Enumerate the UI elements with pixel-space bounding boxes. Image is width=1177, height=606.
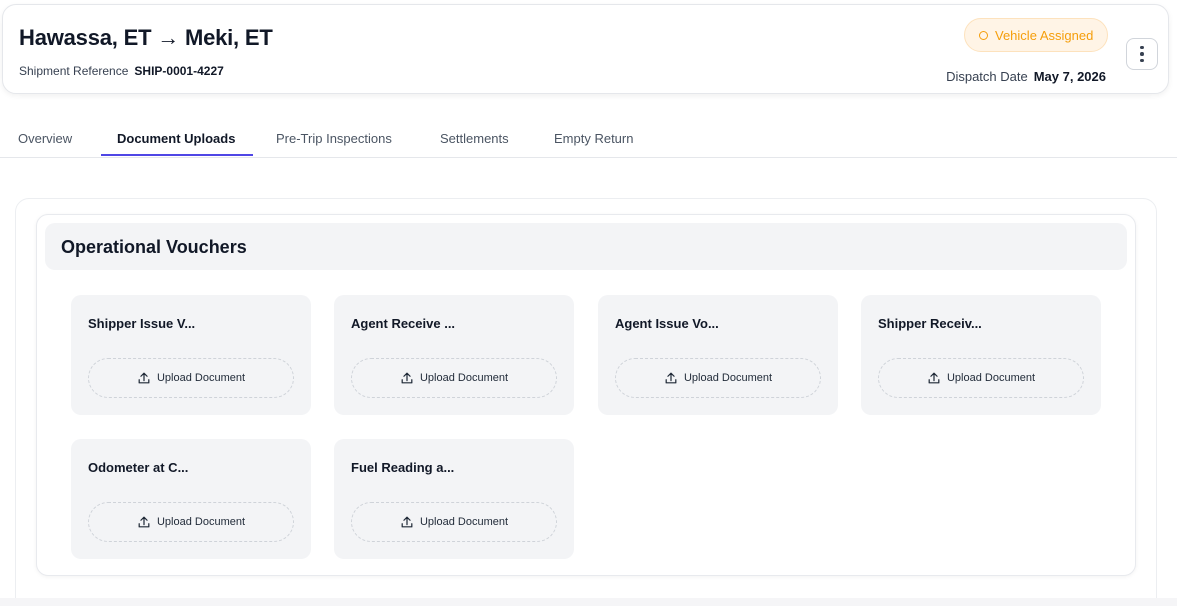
upload-icon: [665, 372, 677, 384]
route-title: Hawassa, ET → Meki, ET: [19, 25, 273, 50]
active-tab-indicator: [101, 154, 253, 156]
tab-overview[interactable]: Overview: [18, 131, 72, 146]
more-options-button[interactable]: [1126, 38, 1158, 70]
document-title: Agent Receive ...: [351, 316, 456, 331]
upload-icon: [401, 372, 413, 384]
upload-document-button[interactable]: Upload Document: [351, 502, 557, 542]
status-label: Vehicle Assigned: [995, 27, 1094, 43]
shipment-header: Hawassa, ET → Meki, ET Shipment Referenc…: [2, 4, 1169, 94]
shipment-reference-label: Shipment Reference: [19, 64, 129, 78]
tab-empty-return[interactable]: Empty Return: [554, 131, 633, 146]
document-title: Shipper Issue V...: [88, 316, 196, 331]
document-card: Odometer at C... Upload Document: [71, 439, 311, 559]
upload-document-label: Upload Document: [946, 372, 1036, 384]
tab-bar: Overview Document Uploads Pre-Trip Inspe…: [0, 118, 1177, 158]
vertical-dots-icon: [1140, 45, 1144, 50]
upload-icon: [928, 372, 940, 384]
upload-document-label: Upload Document: [419, 372, 509, 384]
document-title: Shipper Receiv...: [878, 316, 982, 331]
upload-document-label: Upload Document: [419, 516, 509, 528]
document-title: Agent Issue Vo...: [615, 316, 719, 331]
tab-settlements[interactable]: Settlements: [440, 131, 509, 146]
section-title: Operational Vouchers: [61, 237, 247, 257]
dispatch-date: Dispatch Date May 7, 2026: [946, 69, 1106, 84]
upload-icon: [138, 516, 150, 528]
status-circle-icon: [979, 30, 988, 40]
section-header: Operational Vouchers: [45, 223, 1127, 270]
upload-document-button[interactable]: Upload Document: [878, 358, 1084, 398]
bottom-divider: [0, 598, 1177, 606]
shipment-reference-value: SHIP-0001-4227: [134, 64, 224, 78]
document-card: Shipper Issue V... Upload Document: [71, 295, 311, 415]
document-card: Fuel Reading a... Upload Document: [334, 439, 574, 559]
tab-document-uploads[interactable]: Document Uploads: [117, 131, 235, 146]
dispatch-date-value: May 7, 2026: [1033, 69, 1106, 84]
tab-pre-trip-inspections[interactable]: Pre-Trip Inspections: [276, 131, 392, 146]
status-badge: Vehicle Assigned: [964, 18, 1109, 52]
upload-document-label: Upload Document: [683, 372, 773, 384]
document-card: Agent Receive ... Upload Document: [334, 295, 574, 415]
upload-document-button[interactable]: Upload Document: [88, 358, 294, 398]
upload-document-button[interactable]: Upload Document: [351, 358, 557, 398]
upload-document-label: Upload Document: [156, 516, 246, 528]
document-card: Agent Issue Vo... Upload Document: [598, 295, 838, 415]
document-title: Odometer at C...: [88, 460, 189, 475]
document-card: Shipper Receiv... Upload Document: [861, 295, 1101, 415]
shipment-reference: Shipment Reference SHIP-0001-4227: [19, 64, 224, 78]
dispatch-date-label: Dispatch Date: [946, 69, 1028, 84]
upload-icon: [401, 516, 413, 528]
upload-document-button[interactable]: Upload Document: [88, 502, 294, 542]
upload-icon: [138, 372, 150, 384]
upload-document-label: Upload Document: [156, 372, 246, 384]
upload-document-button[interactable]: Upload Document: [615, 358, 821, 398]
document-title: Fuel Reading a...: [351, 460, 455, 475]
